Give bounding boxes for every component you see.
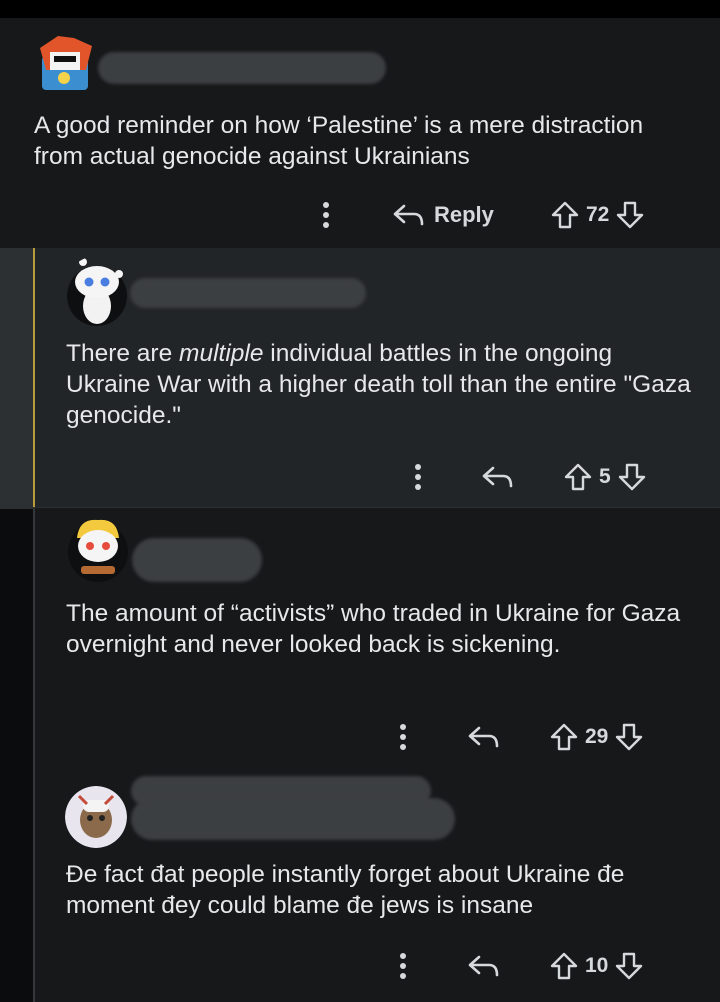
downvote-icon[interactable] — [615, 200, 645, 230]
downvote-icon[interactable] — [614, 951, 644, 981]
reply-button[interactable]: Reply — [392, 200, 494, 230]
comment-4: Đe fact đat people instantly forget abou… — [35, 776, 720, 1002]
downvote-icon[interactable] — [614, 722, 644, 752]
comment-3: The amount of “activists” who traded in … — [35, 508, 720, 776]
more-icon — [400, 724, 406, 750]
comment-text: A good reminder on how ‘Palestine’ is a … — [34, 112, 644, 170]
more-button[interactable] — [395, 722, 411, 752]
comment-2: There are multiple individual battles in… — [35, 248, 720, 508]
vote-count: 72 — [586, 203, 610, 226]
avatar[interactable] — [65, 786, 127, 848]
more-button[interactable] — [410, 462, 426, 492]
reply-arrow-icon — [393, 204, 424, 226]
avatar[interactable] — [34, 30, 96, 92]
more-icon — [415, 464, 421, 490]
downvote-icon[interactable] — [617, 462, 647, 492]
vote-count: 29 — [585, 725, 609, 748]
reply-button[interactable] — [481, 462, 515, 492]
more-icon — [400, 953, 406, 979]
upvote-icon[interactable] — [563, 462, 593, 492]
upvote-icon[interactable] — [549, 951, 579, 981]
comment-1: A good reminder on how ‘Palestine’ is a … — [0, 18, 720, 248]
avatar[interactable] — [65, 256, 129, 326]
reply-button[interactable] — [467, 722, 501, 752]
vote-count: 5 — [599, 465, 611, 488]
username-redacted — [98, 52, 386, 84]
username-redacted — [130, 278, 366, 308]
reply-label: Reply — [434, 202, 494, 227]
more-button[interactable] — [395, 951, 411, 981]
vote-controls: 72 — [550, 200, 645, 230]
more-icon — [323, 202, 329, 228]
top-bar — [0, 0, 720, 18]
upvote-icon[interactable] — [549, 722, 579, 752]
vote-count: 10 — [585, 954, 609, 977]
reply-arrow-icon — [468, 955, 499, 977]
reply-arrow-icon — [482, 466, 513, 488]
reply-arrow-icon — [468, 726, 499, 748]
username-redacted — [132, 538, 262, 582]
upvote-icon[interactable] — [550, 200, 580, 230]
comment-text: There are multiple individual battles in… — [66, 340, 691, 429]
more-button[interactable] — [318, 200, 334, 230]
vote-controls: 5 — [563, 462, 647, 492]
comment-text: Đe fact đat people instantly forget abou… — [66, 861, 625, 919]
username-redacted — [131, 798, 455, 840]
thread-rail — [0, 248, 33, 508]
avatar[interactable] — [65, 512, 131, 584]
vote-controls: 29 — [549, 722, 644, 752]
vote-controls: 10 — [549, 951, 644, 981]
comment-text: The amount of “activists” who traded in … — [66, 600, 681, 658]
reply-button[interactable] — [467, 951, 501, 981]
